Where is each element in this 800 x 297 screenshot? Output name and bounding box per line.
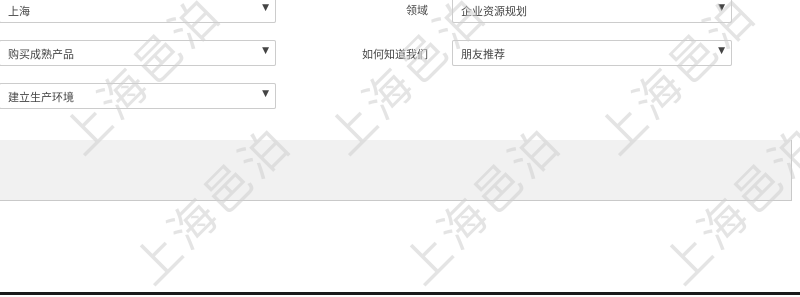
source-select[interactable]: 朋友推荐 ▼ (452, 40, 732, 66)
domain-select-value: 企业资源规划 (461, 5, 527, 18)
environment-select[interactable]: 建立生产环境 ▼ (0, 83, 276, 109)
environment-select-value: 建立生产环境 (8, 91, 74, 104)
source-label: 如何知道我们 (362, 48, 428, 61)
caret-down-icon: ▼ (262, 3, 269, 13)
caret-down-icon: ▼ (718, 3, 725, 13)
purpose-select-value: 购买成熟产品 (8, 48, 74, 61)
caret-down-icon: ▼ (262, 89, 269, 99)
purpose-select[interactable]: 购买成熟产品 ▼ (0, 40, 276, 66)
form-area: 上海 ▼ 领域 企业资源规划 ▼ 购买成熟产品 ▼ 如何知道我们 朋友推荐 ▼ … (0, 0, 800, 140)
caret-down-icon: ▼ (718, 46, 725, 56)
city-select-value: 上海 (8, 5, 30, 18)
source-select-value: 朋友推荐 (461, 48, 505, 61)
city-select[interactable]: 上海 ▼ (0, 0, 276, 23)
form-footer-panel (0, 140, 792, 201)
caret-down-icon: ▼ (262, 46, 269, 56)
domain-select[interactable]: 企业资源规划 ▼ (452, 0, 732, 23)
domain-label: 领域 (406, 4, 428, 17)
